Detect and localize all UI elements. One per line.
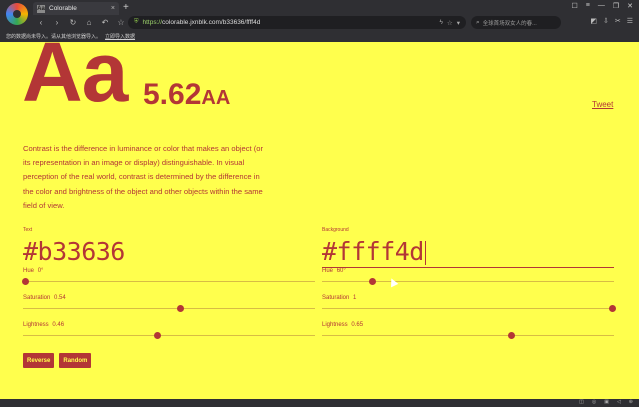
- back-icon[interactable]: ‹: [34, 18, 48, 27]
- close-window-icon[interactable]: ✕: [627, 2, 633, 10]
- background-label: Background: [322, 227, 349, 233]
- slider-thumb[interactable]: [368, 278, 376, 285]
- home-icon[interactable]: ⌂: [82, 18, 96, 27]
- action-buttons: Reverse Random: [23, 353, 92, 368]
- slider-track: [322, 308, 614, 309]
- slider-track: [23, 308, 315, 309]
- download-icon[interactable]: ⇩: [603, 17, 609, 25]
- toolbar-icons: ◩ ⇩ ✂ ☰: [590, 17, 633, 25]
- url-text: https://colorable.jxnblk.com/b33636/ffff…: [142, 19, 261, 26]
- text-hue-label: Hue 0°: [23, 268, 44, 274]
- background-hue-slider[interactable]: Hue 60°: [322, 268, 614, 295]
- slider-thumb[interactable]: [507, 332, 515, 339]
- minimize-icon[interactable]: —: [598, 2, 605, 10]
- background-saturation-slider[interactable]: Saturation 1: [322, 295, 616, 322]
- menu-icon[interactable]: ≡: [586, 2, 590, 10]
- more-icon[interactable]: ☰: [627, 17, 633, 25]
- forward-icon[interactable]: ›: [50, 18, 64, 27]
- text-saturation-label: Saturation 0.54: [23, 295, 66, 301]
- colorable-page: Aa 5.62AA Tweet Contrast is the differen…: [0, 42, 639, 399]
- volume-icon[interactable]: ◁: [617, 399, 621, 405]
- text-caret: [424, 241, 426, 265]
- tools-icon[interactable]: ✂: [615, 17, 621, 25]
- text-label: Text: [23, 227, 33, 233]
- tab-bar: Aa Colorable × + ☐ ≡ — ❐ ✕: [0, 0, 639, 25]
- address-bar[interactable]: ⛨ https://colorable.jxnblk.com/b33636/ff…: [128, 16, 466, 29]
- background-color-panel: Background #ffff4d Hue 60° Saturation 1 …: [322, 227, 616, 349]
- status-bar: ◫ ◎ ▣ ◁ ⊕: [0, 399, 639, 407]
- slider-thumb[interactable]: [177, 305, 185, 312]
- import-link[interactable]: 立即导入数据: [105, 33, 135, 40]
- skin-icon[interactable]: ☐: [571, 2, 577, 10]
- tab-title: Colorable: [49, 5, 77, 12]
- search-text: 全球首场双女人的春...: [482, 20, 537, 27]
- dropdown-icon[interactable]: ▾: [457, 19, 460, 27]
- slider-track: [23, 281, 315, 282]
- background-hex-input[interactable]: #ffff4d: [322, 236, 614, 268]
- reverse-button[interactable]: Reverse: [23, 353, 55, 368]
- undo-icon[interactable]: ↶: [98, 18, 112, 27]
- background-saturation-label: Saturation 1: [322, 295, 357, 301]
- tab-favicon-icon: Aa: [37, 4, 45, 13]
- random-button[interactable]: Random: [59, 353, 92, 368]
- search-icon: ⌕: [476, 18, 480, 26]
- slider-thumb[interactable]: [153, 332, 161, 339]
- bookmark-bar: 您的数据尚未导入。请从其他浏览器导入。 立即导入数据: [0, 31, 639, 42]
- text-color-panel: Text #b33636 Hue 0° Saturation 0.54 Ligh…: [21, 227, 315, 349]
- navigation-buttons: ‹ › ↻ ⌂ ↶ ☆: [34, 18, 128, 27]
- status-icon[interactable]: ◎: [592, 399, 596, 405]
- browser-chrome: Aa Colorable × + ☐ ≡ — ❐ ✕ ‹ › ↻ ⌂ ↶ ☆ ⛨…: [0, 0, 639, 42]
- contrast-grade: AA: [201, 87, 231, 109]
- lightning-icon[interactable]: ϟ: [439, 19, 442, 26]
- tab-colorable[interactable]: Aa Colorable ×: [33, 2, 119, 15]
- background-lightness-label: Lightness 0.65: [322, 322, 364, 328]
- new-tab-button[interactable]: +: [123, 2, 129, 13]
- restore-icon[interactable]: ❐: [613, 2, 619, 10]
- slider-track: [23, 335, 315, 336]
- description: Contrast is the difference in luminance …: [23, 144, 264, 210]
- search-box[interactable]: ⌕ 全球首场双女人的春...: [471, 16, 561, 29]
- background-lightness-slider[interactable]: Lightness 0.65: [322, 322, 614, 349]
- browser-logo-icon[interactable]: [6, 3, 28, 25]
- extension-icon[interactable]: ◩: [590, 17, 597, 25]
- text-saturation-slider[interactable]: Saturation 0.54: [23, 295, 315, 322]
- background-hue-label: Hue 60°: [322, 268, 346, 274]
- text-hex-input[interactable]: #b33636: [23, 236, 315, 268]
- status-icons: ◫ ◎ ▣ ◁ ⊕: [579, 399, 633, 405]
- zoom-icon[interactable]: ⊕: [629, 399, 633, 405]
- status-icon[interactable]: ◫: [579, 399, 584, 405]
- status-icon[interactable]: ▣: [604, 399, 609, 405]
- text-lightness-slider[interactable]: Lightness 0.46: [23, 322, 315, 349]
- close-tab-icon[interactable]: ×: [111, 5, 115, 12]
- reload-icon[interactable]: ↻: [66, 18, 80, 27]
- slider-thumb[interactable]: [608, 305, 616, 312]
- window-controls: ☐ ≡ — ❐ ✕: [571, 2, 633, 10]
- text-hue-slider[interactable]: Hue 0°: [21, 268, 315, 295]
- shield-icon: ⛨: [134, 19, 139, 25]
- bookmark-star-icon[interactable]: ☆: [114, 18, 128, 27]
- star-icon[interactable]: ☆: [447, 19, 453, 27]
- text-lightness-label: Lightness 0.46: [23, 322, 65, 328]
- contrast-ratio: 5.62AA: [143, 80, 230, 110]
- slider-thumb[interactable]: [21, 278, 29, 285]
- tweet-link[interactable]: Tweet: [592, 100, 613, 109]
- slider-track: [322, 335, 614, 336]
- import-notice: 您的数据尚未导入。请从其他浏览器导入。: [6, 34, 102, 40]
- contrast-ratio-value: 5.62: [143, 78, 202, 111]
- slider-track: [322, 281, 614, 282]
- sample-text-aa: Aa: [22, 42, 128, 119]
